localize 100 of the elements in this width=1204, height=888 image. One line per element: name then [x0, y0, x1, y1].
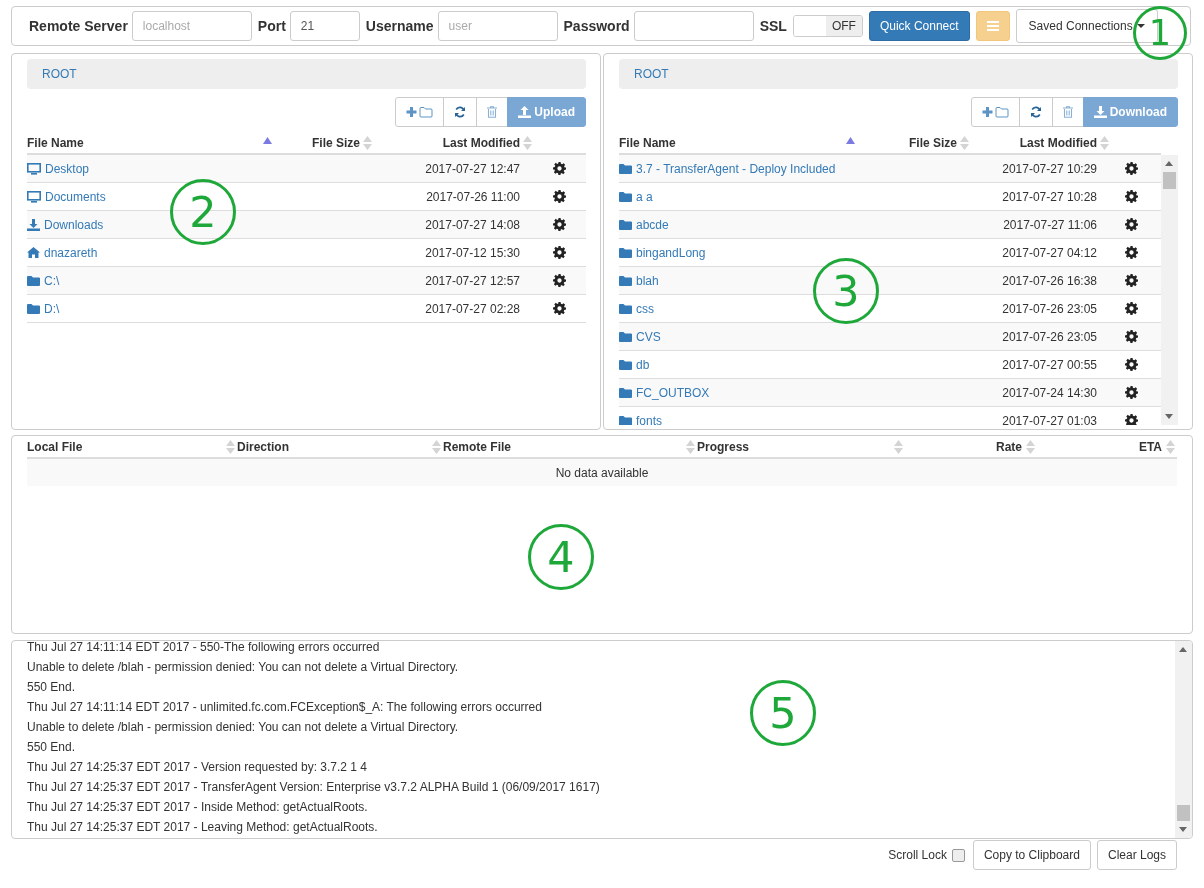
file-link[interactable]: dnazareth	[44, 245, 98, 260]
settings-icon[interactable]	[1124, 246, 1138, 259]
folder-icon	[27, 303, 40, 314]
column-header[interactable]: Remote File	[443, 439, 511, 454]
modified-date: 2017-07-27 00:55	[1002, 357, 1097, 372]
callout-number: 2	[170, 179, 236, 245]
refresh-button[interactable]	[1018, 97, 1053, 127]
file-link[interactable]: Desktop	[45, 161, 90, 176]
refresh-button[interactable]	[443, 97, 478, 127]
scroll-lock-checkbox[interactable]	[951, 848, 965, 862]
quick-connect-button[interactable]: Quick Connect	[868, 11, 970, 41]
column-header[interactable]: Last Modified	[442, 136, 520, 150]
file-link[interactable]: blah	[636, 273, 659, 288]
monitor-icon	[27, 162, 41, 175]
new-folder-button[interactable]	[970, 97, 1020, 127]
home-icon	[27, 247, 40, 258]
file-link[interactable]: css	[636, 301, 654, 316]
folder-icon	[619, 275, 632, 286]
settings-icon[interactable]	[1124, 386, 1138, 399]
file-link[interactable]: fonts	[636, 413, 662, 425]
modified-date: 2017-07-26 16:38	[1002, 273, 1097, 288]
column-header[interactable]: Rate	[996, 439, 1022, 454]
folder-icon	[619, 331, 632, 342]
scrollbar[interactable]	[1161, 155, 1178, 425]
refresh-icon	[1029, 106, 1042, 118]
file-link[interactable]: C:\	[44, 273, 60, 288]
file-link[interactable]: a a	[636, 189, 653, 204]
column-header[interactable]: ETA	[1138, 439, 1162, 454]
empty-message: No data available	[555, 465, 649, 480]
settings-icon[interactable]	[1124, 330, 1138, 343]
column-header[interactable]: Last Modified	[1019, 136, 1097, 150]
caret-icon	[1136, 24, 1145, 28]
file-link[interactable]: abcde	[636, 217, 669, 232]
download-button[interactable]: Download	[1082, 97, 1178, 127]
breadcrumb-link[interactable]: ROOT	[634, 67, 669, 81]
plus-folder-icon	[406, 106, 434, 118]
modified-date: 2017-07-26 23:05	[1002, 301, 1097, 316]
settings-icon[interactable]	[1124, 358, 1138, 371]
log-line: Thu Jul 27 14:11:14 EDT 2017 - 550-The following errors occurred	[27, 641, 380, 656]
modified-date: 2017-07-26 11:00	[426, 189, 520, 204]
settings-icon[interactable]	[552, 246, 566, 259]
plus-folder-icon	[981, 106, 1009, 118]
upload-button[interactable]: Upload	[507, 97, 586, 127]
checkbox-label: Scroll Lock	[888, 848, 947, 862]
port-field[interactable]: 21	[289, 11, 360, 41]
file-link[interactable]: bingandLong	[636, 245, 706, 260]
settings-icon[interactable]	[1124, 414, 1138, 425]
download-icon	[1093, 106, 1107, 118]
monitor-icon	[27, 190, 41, 203]
settings-icon[interactable]	[1124, 190, 1138, 203]
column-header[interactable]: File Name	[619, 136, 676, 150]
settings-icon[interactable]	[552, 302, 566, 315]
file-link[interactable]: FC_OUTBOX	[636, 385, 710, 400]
modified-date: 2017-07-27 02:28	[425, 301, 520, 316]
folder-icon	[619, 303, 632, 314]
settings-icon[interactable]	[1124, 162, 1138, 175]
file-link[interactable]: 3.7 - TransferAgent - Deploy Included	[636, 161, 836, 176]
column-header[interactable]: File Name	[27, 136, 84, 150]
file-link[interactable]: Downloads	[44, 217, 104, 232]
callout-number: 5	[750, 680, 816, 746]
username-field[interactable]: user	[437, 11, 558, 41]
settings-icon[interactable]	[1124, 274, 1138, 287]
modified-date: 2017-07-27 10:28	[1002, 189, 1097, 204]
log-line: Thu Jul 27 14:25:37 EDT 2017 - Leaving Method: getActualRoots.	[27, 821, 378, 836]
server-field[interactable]: localhost	[131, 11, 252, 41]
modified-date: 2017-07-12 15:30	[425, 245, 520, 260]
folder-icon	[619, 415, 632, 425]
refresh-icon	[454, 106, 467, 118]
file-link[interactable]: CVS	[636, 329, 661, 344]
column-header[interactable]: File Size	[908, 136, 957, 150]
modified-date: 2017-07-27 12:57	[425, 273, 520, 288]
copy-to-clipboard-button[interactable]: Copy to Clipboard	[972, 840, 1091, 870]
file-link[interactable]: D:\	[44, 301, 60, 316]
column-header[interactable]: Progress	[697, 439, 750, 454]
breadcrumb-link[interactable]: ROOT	[42, 67, 77, 81]
new-folder-button[interactable]	[395, 97, 445, 127]
folder-icon	[619, 219, 632, 230]
clear-logs-button[interactable]: Clear Logs	[1096, 840, 1177, 870]
column-header[interactable]: File Size	[311, 136, 360, 150]
field-label: Port	[257, 18, 286, 34]
scrollbar[interactable]	[1175, 641, 1192, 838]
settings-icon[interactable]	[1124, 302, 1138, 315]
column-header[interactable]: Direction	[237, 439, 289, 454]
download-icon	[27, 218, 40, 231]
callout-number: 4	[528, 524, 594, 590]
folder-icon	[27, 275, 40, 286]
file-link[interactable]: Documents	[45, 189, 106, 204]
modified-date: 2017-07-27 14:08	[425, 217, 520, 232]
settings-icon[interactable]	[552, 162, 566, 175]
settings-icon[interactable]	[552, 190, 566, 203]
settings-icon[interactable]	[552, 218, 566, 231]
log-line: Thu Jul 27 14:11:14 EDT 2017 - unlimited.fc.com.FCException$_A: The following errors occurred	[27, 701, 542, 716]
column-header[interactable]: Local File	[27, 439, 83, 454]
callout-number: 3	[813, 258, 879, 324]
password-field[interactable]	[633, 11, 754, 41]
log-line: Thu Jul 27 14:25:37 EDT 2017 - Inside Method: getActualRoots.	[27, 801, 368, 816]
settings-icon[interactable]	[1124, 218, 1138, 231]
file-link[interactable]: db	[636, 357, 650, 372]
ssl-toggle[interactable]: OFF	[792, 15, 863, 37]
settings-icon[interactable]	[552, 274, 566, 287]
